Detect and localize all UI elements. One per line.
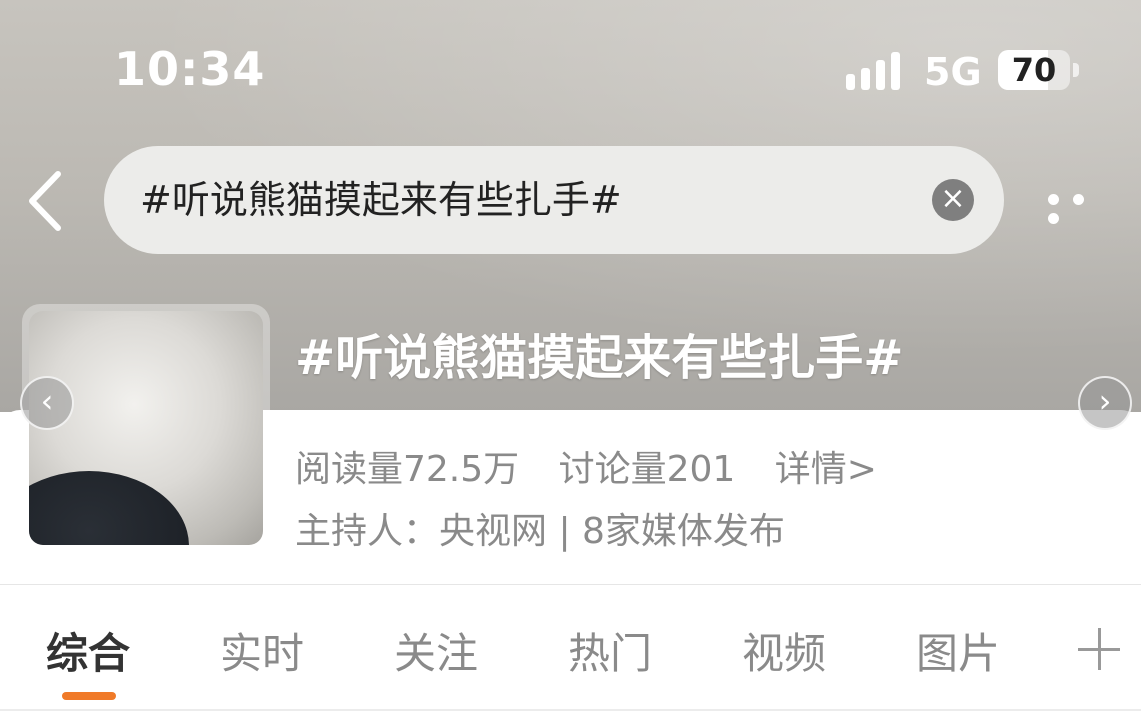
tab-hot[interactable]: 热门 [568, 620, 652, 681]
clear-icon[interactable]: × [932, 179, 974, 221]
status-time: 10:34 [114, 42, 266, 96]
back-chevron-icon[interactable] [22, 166, 72, 236]
topic-thumbnail[interactable] [29, 311, 263, 545]
more-icon[interactable] [1048, 190, 1120, 224]
active-tab-indicator [62, 692, 116, 700]
search-query[interactable]: #听说熊猫摸起来有些扎手# [140, 146, 622, 254]
tab-following[interactable]: 关注 [394, 620, 478, 681]
read-count: 阅读量72.5万 [295, 449, 520, 490]
topic-stats: 阅读量72.5万 讨论量201 详情> [295, 440, 877, 492]
battery-level: 70 [1011, 51, 1057, 89]
tab-video[interactable]: 视频 [742, 620, 826, 681]
divider [0, 584, 1141, 585]
tab-bar: 综合 实时 关注 热门 视频 图片 [0, 620, 1141, 690]
carousel-prev-icon[interactable]: ‹ [20, 376, 74, 430]
search-bar[interactable]: #听说熊猫摸起来有些扎手# [104, 146, 1004, 254]
network-label: 5G [924, 50, 982, 94]
battery-tip [1073, 63, 1079, 77]
tab-comprehensive[interactable]: 综合 [46, 620, 130, 681]
topic-host: 主持人：央视网 | 8家媒体发布 [295, 511, 785, 552]
battery-icon: 70 [998, 50, 1070, 90]
carousel-next-icon[interactable]: › [1078, 376, 1132, 430]
tab-images[interactable]: 图片 [916, 620, 1000, 681]
details-link[interactable]: 详情> [775, 449, 877, 490]
tab-realtime[interactable]: 实时 [220, 620, 304, 681]
plus-icon[interactable] [1078, 628, 1120, 670]
discussion-count: 讨论量201 [558, 449, 736, 490]
signal-icon [846, 52, 900, 90]
topic-title: #听说熊猫摸起来有些扎手# [295, 330, 904, 386]
